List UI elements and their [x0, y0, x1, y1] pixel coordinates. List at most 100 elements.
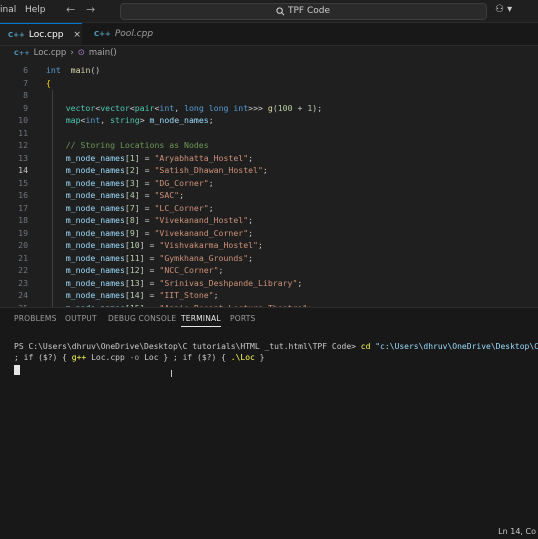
code-line[interactable]: 15 m_node_names[3] = "DG_Corner"; [0, 177, 538, 190]
breadcrumb-symbol[interactable]: main() [89, 48, 117, 58]
terminal-cursor [14, 365, 20, 375]
tab-problems[interactable]: PROBLEMS [14, 314, 57, 323]
code-editor[interactable]: 6 int main() 7{8 9 vector<vector<pair<int, … [0, 60, 538, 307]
code-text: m_node_names[9] = "Vivekanand_Corner"; [65, 227, 254, 238]
line-number: 17 [18, 202, 28, 213]
line-number: 24 [18, 290, 28, 300]
terminal-line2g: } [254, 353, 265, 362]
code-line[interactable]: 19 m_node_names[9] = "Vivekanand_Corner"… [0, 227, 538, 240]
code-line[interactable]: 22 m_node_names[12] = "NCC_Corner"; [0, 264, 538, 277]
menu-terminal[interactable]: inal [0, 5, 16, 15]
code-text: m_node_names[3] = "DG_Corner"; [65, 177, 214, 188]
code-text: m_node_names[8] = "Vivekanand_Hostel"; [65, 215, 254, 225]
line-number: 14 [18, 165, 28, 175]
tab-label: Loc.cpp [28, 29, 64, 40]
cpp-file-icon: C++ [14, 49, 30, 57]
code-text: m_node_names[1] = "Aryabhatta_Hostel"; [65, 152, 254, 163]
close-icon[interactable]: × [73, 30, 81, 40]
code-text: m_node_names[12] = "NCC_Corner"; [65, 265, 224, 275]
code-text: int main() [46, 65, 101, 75]
search-query: TPF Code [288, 6, 331, 16]
terminal-exec: .\Loc [230, 353, 255, 362]
code-line[interactable]: 11 [0, 127, 538, 140]
code-line[interactable]: 9 vector<vector<pair<int, long long int>… [0, 102, 538, 115]
terminal-flag: -o [129, 353, 140, 362]
terminal-command: cd [355, 342, 376, 351]
tab-ports[interactable]: PORTS [230, 314, 255, 323]
function-symbol-icon: ⊙ [77, 48, 85, 58]
code-text: vector<vector<pair<int, long long int>>>… [65, 102, 323, 113]
line-number: 15 [18, 177, 28, 188]
tab-pool-cpp[interactable]: C++ Pool.cpp [86, 23, 161, 45]
tab-debug-console[interactable]: DEBUG CONSOLE [108, 314, 176, 323]
copilot-icon[interactable]: ⚇ ▾ [495, 4, 512, 15]
code-line[interactable]: 7{ [0, 77, 538, 90]
menu-help[interactable]: Help [25, 5, 46, 15]
code-text: map<int, string> m_node_names; [65, 115, 214, 125]
code-line[interactable]: 23 m_node_names[13] = "Srinivas_Deshpand… [0, 277, 538, 290]
line-number: 13 [18, 152, 28, 163]
code-line[interactable]: 20 m_node_names[10] = "Vishvakarma_Hoste… [0, 239, 538, 252]
status-position[interactable]: Ln 14, Co [498, 527, 538, 536]
command-center-search[interactable]: TPF Code [120, 3, 487, 20]
tab-terminal[interactable]: TERMINAL [181, 314, 221, 327]
line-number: 21 [18, 252, 28, 263]
code-text: // Storing Locations as Nodes [65, 140, 209, 150]
tab-loc-cpp[interactable]: C++ Loc.cpp × [0, 23, 82, 45]
code-line[interactable]: 14 m_node_names[2] = "Satish_Dhawan_Host… [0, 164, 538, 177]
code-text: m_node_names[2] = "Satish_Dhawan_Hostel"… [65, 165, 268, 175]
back-arrow-icon[interactable]: ← [66, 3, 75, 16]
line-number: 19 [18, 227, 28, 238]
breadcrumb-file[interactable]: Loc.cpp [34, 48, 67, 58]
bottom-panel: PROBLEMS OUTPUT DEBUG CONSOLE TERMINAL P… [0, 307, 538, 539]
code-text: m_node_names[4] = "SAC"; [65, 190, 185, 200]
code-text: m_node_names[13] = "Srinivas_Deshpande_L… [65, 277, 303, 288]
line-number: 9 [23, 102, 28, 113]
code-line[interactable]: 12 // Storing Locations as Nodes [0, 139, 538, 152]
line-number: 11 [18, 127, 28, 138]
line-number: 20 [18, 240, 28, 250]
code-line[interactable]: 16 m_node_names[4] = "SAC"; [0, 189, 538, 202]
terminal-line2e: Loc } ; if ($?) { [139, 353, 231, 362]
terminal-compiler: g++ [71, 353, 87, 362]
title-bar: inal Help ← → TPF Code ⚇ ▾ [0, 0, 538, 23]
forward-arrow-icon[interactable]: → [86, 3, 95, 16]
code-line[interactable]: 10 map<int, string> m_node_names; [0, 114, 538, 127]
terminal-line2a: ; if ($?) { [14, 353, 72, 362]
code-line[interactable]: 24 m_node_names[14] = "IIT_Stone"; [0, 289, 538, 302]
terminal-output[interactable]: PS C:\Users\dhruv\OneDrive\Desktop\C tut… [14, 341, 538, 374]
code-text: m_node_names[11] = "Gymkhana_Grounds"; [65, 252, 254, 263]
code-text: m_node_names[10] = "Vishvakarma_Hostel"; [65, 240, 263, 250]
line-number: 8 [23, 90, 28, 100]
code-line[interactable]: 8 [0, 89, 538, 102]
search-icon [276, 6, 285, 15]
cpp-file-icon: C++ [8, 30, 25, 39]
line-number: 18 [18, 215, 28, 225]
terminal-line2c: Loc.cpp [86, 353, 130, 362]
line-number: 7 [23, 77, 28, 88]
code-text: m_node_names[14] = "IIT_Stone"; [65, 290, 219, 300]
line-number: 6 [23, 65, 28, 75]
terminal-path: "c:\Users\dhruv\OneDrive\Desktop\C [375, 342, 538, 351]
breadcrumb: C++ Loc.cpp › ⊙ main() [0, 46, 538, 60]
code-line[interactable]: 17 m_node_names[7] = "LC_Corner"; [0, 202, 538, 215]
editor-tabs: C++ Loc.cpp × C++ Pool.cpp [0, 23, 538, 46]
line-number: 16 [18, 190, 28, 200]
code-line[interactable]: 13 m_node_names[1] = "Aryabhatta_Hostel"… [0, 152, 538, 165]
code-line[interactable]: 18 m_node_names[8] = "Vivekanand_Hostel"… [0, 214, 538, 227]
text-cursor-icon: I [170, 369, 173, 380]
terminal-prompt: PS C:\Users\dhruv\OneDrive\Desktop\C tut… [14, 342, 356, 351]
chevron-right-icon: › [70, 48, 74, 58]
cpp-file-icon: C++ [94, 30, 111, 38]
tab-label: Pool.cpp [114, 29, 154, 39]
code-line[interactable]: 6 int main() [0, 64, 538, 77]
tab-output[interactable]: OUTPUT [65, 314, 97, 323]
panel-tabs: PROBLEMS OUTPUT DEBUG CONSOLE TERMINAL P… [0, 308, 538, 328]
code-text: m_node_names[7] = "LC_Corner"; [65, 202, 214, 213]
code-line[interactable]: 21 m_node_names[11] = "Gymkhana_Grounds"… [0, 252, 538, 265]
line-number: 23 [18, 277, 28, 288]
line-number: 10 [18, 115, 28, 125]
code-text: { [46, 77, 51, 88]
line-number: 22 [18, 265, 28, 275]
line-number: 12 [18, 140, 28, 150]
